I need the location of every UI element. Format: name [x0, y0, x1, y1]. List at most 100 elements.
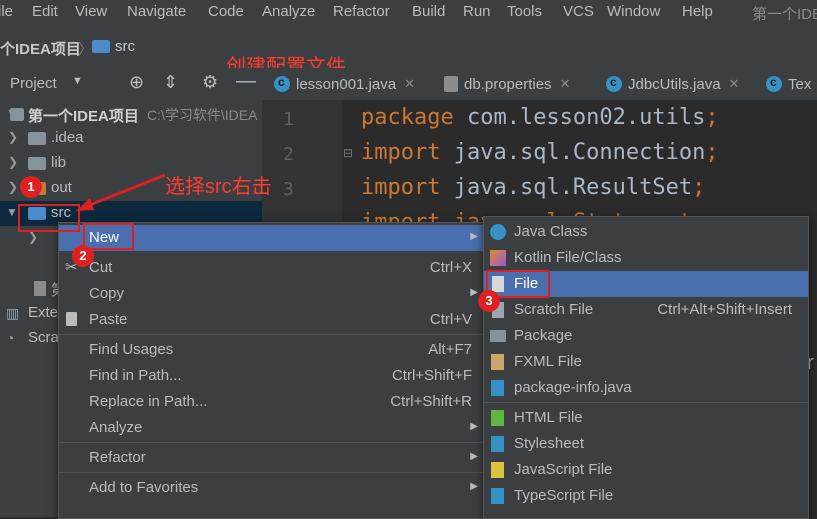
menu-item-paste[interactable]: Paste Ctrl+V [59, 307, 484, 333]
module-icon [10, 108, 24, 121]
menu-edit[interactable]: Edit [32, 3, 58, 20]
highlight-new [83, 223, 134, 250]
file-icon [34, 281, 46, 296]
chevron-right-icon[interactable]: ❯ [8, 180, 18, 194]
submenu-item-package[interactable]: Package [484, 323, 808, 349]
menu-tools[interactable]: Tools [507, 3, 542, 20]
submenu-arrow-icon: ▶ [470, 451, 478, 462]
tab-db-properties[interactable]: db.properties ✕ [444, 68, 570, 100]
submenu-item-scratch-file[interactable]: Scratch File Ctrl+Alt+Shift+Insert [484, 297, 808, 323]
menu-item-cut[interactable]: ✂ Cut Ctrl+X [59, 255, 484, 281]
java-class-icon [274, 75, 290, 92]
window-title: 第一个IDE [752, 6, 817, 23]
menu-item-add-to-favorites[interactable]: Add to Favorites ▶ [59, 475, 484, 501]
step-badge-3: 3 [478, 290, 500, 312]
close-icon[interactable]: ✕ [404, 76, 415, 92]
menu-help[interactable]: Help [682, 3, 713, 20]
chevron-right-icon[interactable]: ❯ [28, 230, 38, 244]
root-path: C:\学习软件\IDEA [147, 107, 258, 123]
collapse-all-icon[interactable]: ⇕ [163, 72, 178, 93]
menu-item-replace-in-path[interactable]: Replace in Path... Ctrl+Shift+R [59, 389, 484, 415]
tree-root[interactable]: ▼ 第一个IDEA项目 C:\学习软件\IDEA [0, 102, 262, 127]
typescript-icon [491, 488, 504, 504]
submenu-item-fxml[interactable]: FXML File [484, 349, 808, 375]
chevron-down-icon[interactable]: ▼ [6, 205, 18, 219]
breadcrumb-project[interactable]: 个IDEA项目 [0, 38, 81, 59]
menu-bar: ile Edit View Navigate Code Analyze Refa… [0, 0, 817, 26]
library-icon: ▥ [6, 305, 20, 321]
menu-item-copy[interactable]: Copy ▶ [59, 281, 484, 307]
menu-code[interactable]: Code [208, 3, 244, 20]
package-icon [490, 330, 506, 342]
line-number: 3 [283, 179, 294, 200]
menu-separator [484, 402, 808, 403]
menu-item-find-in-path[interactable]: Find in Path... Ctrl+Shift+F [59, 363, 484, 389]
html-icon [491, 410, 504, 426]
submenu-item-javascript[interactable]: JavaScript File [484, 457, 808, 483]
locate-icon[interactable]: ⊕ [129, 72, 144, 93]
submenu-arrow-icon: ▶ [470, 421, 478, 432]
line-number: 2 [283, 144, 294, 165]
close-icon[interactable]: ✕ [560, 76, 571, 92]
breadcrumb: 个IDEA项目 〉 src 创建配置文件 [0, 26, 817, 78]
new-submenu: Java Class Kotlin File/Class File Scratc… [483, 216, 809, 519]
code-line: import java.sql.ResultSet; [361, 175, 706, 200]
tree-item-idea[interactable]: ❯ .idea [0, 126, 262, 151]
menu-build[interactable]: Build [412, 3, 445, 20]
javascript-icon [491, 462, 504, 478]
folder-icon [28, 132, 46, 145]
gear-icon[interactable]: ⚙ [202, 72, 218, 93]
scratches-icon: ◔ [6, 330, 15, 346]
chevron-down-icon[interactable]: ▼ [72, 75, 83, 87]
menu-view[interactable]: View [75, 3, 107, 20]
menu-analyze[interactable]: Analyze [262, 3, 315, 20]
submenu-item-html[interactable]: HTML File [484, 405, 808, 431]
package-info-icon [491, 380, 504, 396]
submenu-item-stylesheet[interactable]: Stylesheet [484, 431, 808, 457]
submenu-arrow-icon: ▶ [470, 287, 478, 298]
project-panel-title[interactable]: Project [10, 75, 57, 92]
fold-icon[interactable]: ⊟ [343, 146, 353, 160]
menu-item-analyze[interactable]: Analyze ▶ [59, 415, 484, 441]
tab-tex[interactable]: Tex [766, 68, 811, 100]
properties-file-icon [444, 76, 458, 92]
menu-navigate[interactable]: Navigate [127, 3, 186, 20]
annotation-select-src: 选择src右击 [165, 176, 272, 198]
step-badge-2: 2 [72, 245, 94, 267]
highlight-src [18, 204, 80, 232]
menu-separator [59, 472, 484, 473]
submenu-item-typescript[interactable]: TypeScript File [484, 483, 808, 509]
menu-run[interactable]: Run [463, 3, 491, 20]
menu-file[interactable]: ile [0, 3, 13, 20]
annotation-arrow [76, 173, 166, 211]
minimize-icon[interactable]: — [236, 70, 256, 93]
step-badge-1: 1 [20, 176, 42, 198]
context-menu: New ▶ ✂ Cut Ctrl+X Copy ▶ Paste Ctrl+V F… [58, 222, 485, 519]
java-class-icon [766, 75, 782, 92]
clipboard-icon [66, 312, 77, 326]
submenu-item-package-info[interactable]: package-info.java [484, 375, 808, 401]
kotlin-icon [490, 250, 506, 266]
menu-item-refactor[interactable]: Refactor ▶ [59, 445, 484, 471]
menu-item-find-usages[interactable]: Find Usages Alt+F7 [59, 337, 484, 363]
folder-icon [92, 40, 110, 53]
tab-lesson001[interactable]: lesson001.java ✕ [274, 68, 415, 100]
menu-separator [59, 334, 484, 335]
java-class-icon [606, 75, 622, 92]
submenu-item-java-class[interactable]: Java Class [484, 219, 808, 245]
css-icon [491, 436, 504, 452]
folder-icon [28, 157, 46, 170]
menu-vcs[interactable]: VCS [563, 3, 594, 20]
submenu-arrow-icon: ▶ [470, 231, 478, 242]
submenu-arrow-icon: ▶ [470, 481, 478, 492]
chevron-right-icon[interactable]: ❯ [8, 130, 18, 144]
code-line: import java.sql.Connection; [361, 140, 719, 165]
breadcrumb-folder[interactable]: src [115, 38, 135, 55]
menu-window[interactable]: Window [607, 3, 660, 20]
close-icon[interactable]: ✕ [729, 76, 740, 92]
fxml-icon [491, 354, 504, 370]
chevron-right-icon[interactable]: ❯ [8, 155, 18, 169]
tab-jdbcutils[interactable]: JdbcUtils.java ✕ [606, 68, 739, 100]
menu-refactor[interactable]: Refactor [333, 3, 390, 20]
submenu-item-kotlin[interactable]: Kotlin File/Class [484, 245, 808, 271]
